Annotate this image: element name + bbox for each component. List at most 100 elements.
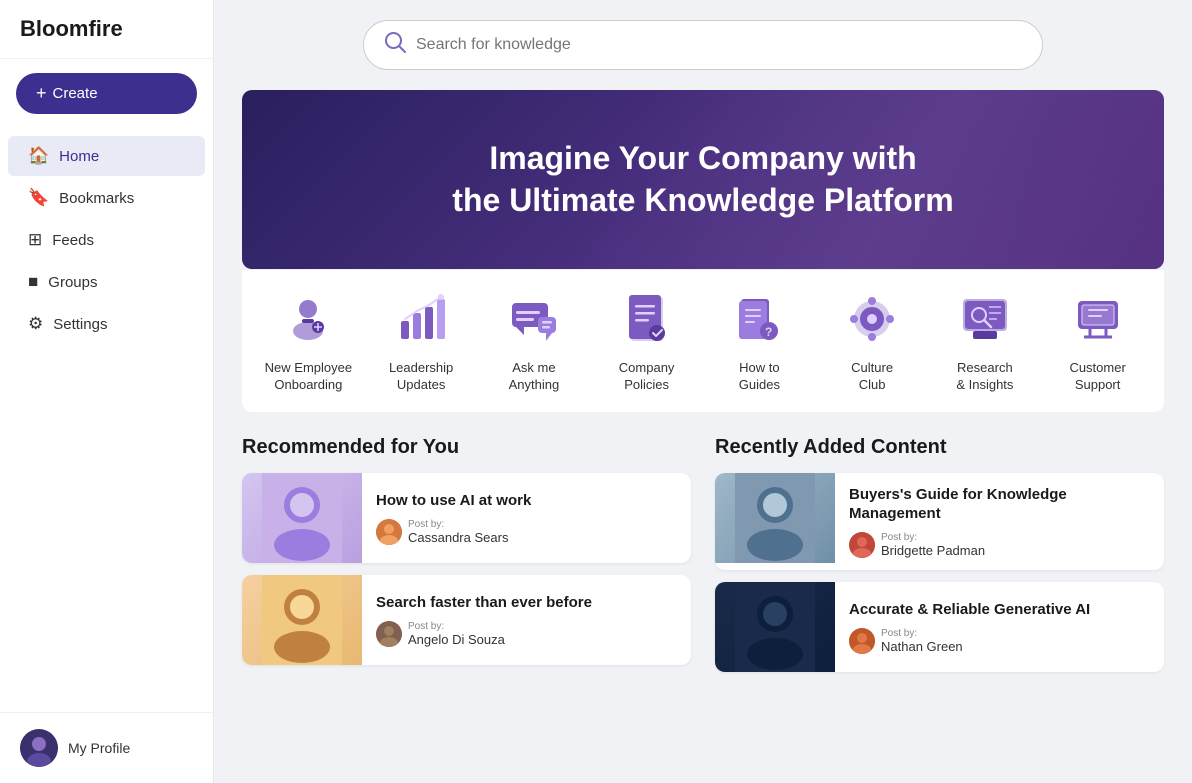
card-search-faster-author-info: Post by: Angelo Di Souza [408,621,505,647]
card-search-faster[interactable]: Search faster than ever before Post by: … [242,575,691,665]
customer-support-icon [1067,288,1129,350]
category-customer-support-label: CustomerSupport [1069,360,1125,394]
card-buyers-guide-author: Post by: Bridgette Padman [849,532,1150,558]
post-by-label-1: Post by: [408,519,508,530]
hero-line1: Imagine Your Company with [489,140,916,176]
sidebar-item-settings-label: Settings [53,316,107,333]
bookmark-icon: 🔖 [28,188,49,208]
category-culture-club[interactable]: CultureClub [817,288,927,394]
my-profile-section[interactable]: My Profile [0,712,213,783]
sidebar-item-home-label: Home [59,148,99,165]
card-ai-work-author-info: Post by: Cassandra Sears [408,519,508,545]
hero-title: Imagine Your Company with the Ultimate K… [262,138,1144,221]
my-profile-label: My Profile [68,740,130,756]
plus-icon: + [36,83,47,104]
author-cassandra-name: Cassandra Sears [408,530,508,545]
card-search-faster-title: Search faster than ever before [376,593,592,613]
author-nathan-avatar [849,628,875,654]
card-buyers-guide-author-info: Post by: Bridgette Padman [881,532,985,558]
author-angelo-avatar [376,621,402,647]
sidebar-nav: 🏠 Home 🔖 Bookmarks ⊞ Feeds ■ Groups ⚙ Se… [0,128,213,712]
sidebar-item-bookmarks-label: Bookmarks [59,190,134,207]
category-how-to-guides-label: How toGuides [739,360,780,394]
category-ask-anything[interactable]: Ask meAnything [479,288,589,394]
sidebar-item-settings[interactable]: ⚙ Settings [8,304,205,344]
how-to-guides-icon: ? [728,288,790,350]
card-search-faster-content: Search faster than ever before Post by: … [362,575,606,665]
category-research-insights-label: Research& Insights [956,360,1013,394]
card-ai-work-author: Post by: Cassandra Sears [376,519,531,545]
research-insights-icon [954,288,1016,350]
create-label: Create [53,85,98,102]
card-accurate-ai-title: Accurate & Reliable Generative AI [849,600,1090,620]
svg-text:?: ? [765,325,772,339]
search-bar-wrapper [242,20,1164,70]
category-research-insights[interactable]: Research& Insights [930,288,1040,394]
recently-added-title: Recently Added Content [715,436,1164,459]
settings-icon: ⚙ [28,314,43,334]
home-icon: 🏠 [28,146,49,166]
card-buyers-guide-thumbnail [715,473,835,563]
new-employee-icon [277,288,339,350]
category-leadership[interactable]: LeadershipUpdates [366,288,476,394]
card-ai-work-title: How to use AI at work [376,491,531,511]
recommended-section: Recommended for You How to use AI at wor… [242,436,691,684]
culture-club-icon [841,288,903,350]
avatar [20,729,58,767]
card-search-faster-thumbnail [242,575,362,665]
sidebar: Bloomfire + Create 🏠 Home 🔖 Bookmarks ⊞ … [0,0,214,783]
card-ai-work-content: How to use AI at work Post by: Cassandra [362,473,545,563]
hero-banner: Imagine Your Company with the Ultimate K… [242,90,1164,269]
category-culture-club-label: CultureClub [851,360,893,394]
card-buyers-guide-title: Buyers's Guide for Knowledge Management [849,485,1150,524]
card-accurate-ai[interactable]: Accurate & Reliable Generative AI Post b… [715,582,1164,672]
category-company-policies-label: CompanyPolicies [619,360,675,394]
post-by-label-3: Post by: [881,532,985,543]
author-cassandra-avatar [376,519,402,545]
sidebar-item-bookmarks[interactable]: 🔖 Bookmarks [8,178,205,218]
content-sections: Recommended for You How to use AI at wor… [242,436,1164,684]
card-accurate-ai-content: Accurate & Reliable Generative AI Post b… [835,582,1104,672]
category-new-employee-label: New EmployeeOnboarding [265,360,352,394]
card-ai-work[interactable]: How to use AI at work Post by: Cassandra [242,473,691,563]
hero-line2: the Ultimate Knowledge Platform [452,182,953,218]
author-bridgette-name: Bridgette Padman [881,543,985,558]
category-leadership-label: LeadershipUpdates [389,360,453,394]
company-policies-icon [616,288,678,350]
category-how-to-guides[interactable]: ? How toGuides [704,288,814,394]
card-buyers-guide-content: Buyers's Guide for Knowledge Management … [835,473,1164,570]
recommended-title: Recommended for You [242,436,691,459]
card-accurate-ai-thumbnail [715,582,835,672]
sidebar-item-feeds-label: Feeds [52,232,94,249]
search-input[interactable] [416,36,1022,54]
main-content: Imagine Your Company with the Ultimate K… [214,0,1192,783]
card-search-faster-author: Post by: Angelo Di Souza [376,621,592,647]
sidebar-item-feeds[interactable]: ⊞ Feeds [8,220,205,260]
recently-added-section: Recently Added Content Buyers's Guide fo… [715,436,1164,684]
create-button[interactable]: + Create [16,73,197,114]
category-ask-anything-label: Ask meAnything [509,360,560,394]
category-customer-support[interactable]: CustomerSupport [1043,288,1153,394]
sidebar-item-groups-label: Groups [48,274,97,291]
sidebar-item-home[interactable]: 🏠 Home [8,136,205,176]
app-logo: Bloomfire [0,0,213,59]
search-bar [363,20,1043,70]
post-by-label-4: Post by: [881,628,963,639]
category-company-policies[interactable]: CompanyPolicies [592,288,702,394]
sidebar-item-groups[interactable]: ■ Groups [8,262,205,302]
groups-icon: ■ [28,272,38,292]
leadership-icon [390,288,452,350]
card-accurate-ai-author: Post by: Nathan Green [849,628,1090,654]
author-angelo-name: Angelo Di Souza [408,632,505,647]
ask-anything-icon [503,288,565,350]
category-tiles: New EmployeeOnboarding LeadershipUpdates [242,269,1164,412]
author-nathan-name: Nathan Green [881,639,963,654]
author-bridgette-avatar [849,532,875,558]
card-accurate-ai-author-info: Post by: Nathan Green [881,628,963,654]
card-buyers-guide[interactable]: Buyers's Guide for Knowledge Management … [715,473,1164,570]
card-ai-work-thumbnail [242,473,362,563]
feeds-icon: ⊞ [28,230,42,250]
category-new-employee[interactable]: New EmployeeOnboarding [253,288,363,394]
search-icon [384,31,406,59]
post-by-label-2: Post by: [408,621,505,632]
